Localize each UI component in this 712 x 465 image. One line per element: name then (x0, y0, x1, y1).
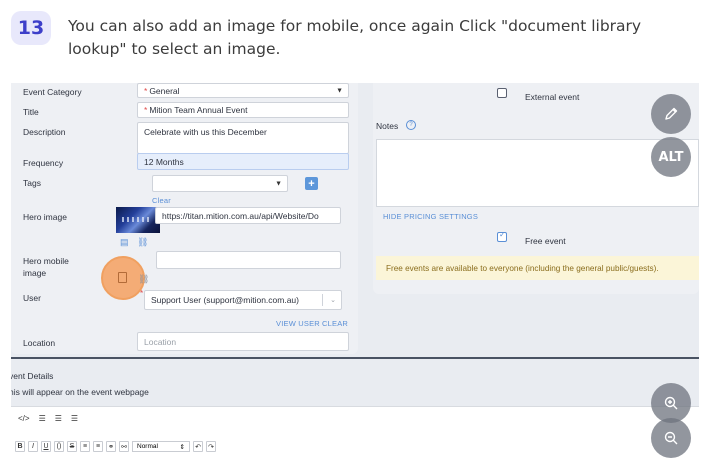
rich-text-editor[interactable] (11, 406, 699, 465)
link-icon[interactable]: ⛓ (138, 274, 149, 285)
notes-label: Notes (376, 121, 399, 131)
link-icon[interactable]: ⛓ (137, 237, 148, 248)
frequency-select[interactable]: 12 Months (137, 153, 349, 170)
free-event-checkbox[interactable] (497, 230, 507, 242)
external-event-checkbox[interactable] (497, 88, 507, 98)
document-library-icon (118, 272, 127, 283)
numbered-list-icon[interactable]: ≡ (93, 441, 103, 452)
zoom-out-icon (664, 431, 678, 445)
tags-label: Tags (23, 178, 41, 188)
redo-icon[interactable]: ↷ (206, 441, 216, 452)
pencil-icon (665, 107, 678, 120)
event-details-title: vent Details (11, 371, 54, 381)
align-left-icon[interactable]: ☰ (39, 414, 46, 423)
chevron-down-icon: ⌄ (330, 297, 336, 304)
tags-select[interactable]: ▼ (152, 175, 288, 192)
align-right-icon[interactable]: ☰ (71, 414, 78, 423)
view-user-link[interactable]: VIEW USER (276, 319, 320, 328)
alt-text-button[interactable]: ALT (651, 137, 691, 177)
description-label: Description (23, 127, 66, 137)
zoom-in-icon (664, 396, 678, 410)
link-icon[interactable]: ⚭ (106, 441, 116, 452)
help-icon[interactable]: ? (406, 120, 416, 130)
screenshot-frame: Event Category * General ▼ Title * Mitio… (11, 83, 699, 465)
hero-image-label: Hero image (23, 212, 67, 222)
hero-image-url-input[interactable]: https://titan.mition.com.au/api/Website/… (155, 207, 341, 224)
step-instruction: You can also add an image for mobile, on… (68, 17, 642, 58)
chevron-down-icon: ▼ (336, 87, 343, 94)
event-category-select[interactable]: * General ▼ (137, 83, 349, 98)
title-input[interactable]: * Mition Team Annual Event (137, 102, 349, 118)
strikethrough-button[interactable]: S (67, 441, 77, 452)
hero-image-thumbnail (116, 207, 160, 233)
add-tag-button[interactable]: + (305, 177, 318, 190)
editor-toolbar-top: </> ☰ ☰ ☰ (18, 414, 84, 423)
hide-pricing-settings-link[interactable]: HIDE PRICING SETTINGS (383, 212, 478, 221)
editor-toolbar-bottom: B I U () S ≡ ≡ ⚭ ⚯ Normal ⇕ ↶ ↷ (15, 441, 216, 452)
format-select[interactable]: Normal ⇕ (132, 441, 190, 452)
plus-icon: + (308, 177, 315, 190)
underline-button[interactable]: U (41, 441, 51, 452)
free-event-notice: Free events are available to everyone (i… (376, 256, 699, 280)
bullet-list-icon[interactable]: ≡ (80, 441, 90, 452)
external-event-label: External event (525, 92, 580, 102)
event-category-label: Event Category (23, 87, 82, 97)
title-label: Title (23, 107, 39, 117)
clear-format-button[interactable]: () (54, 441, 64, 452)
bold-button[interactable]: B (15, 441, 25, 452)
notes-textarea[interactable] (376, 139, 699, 207)
document-library-icon[interactable]: ▤ (120, 237, 129, 248)
edit-pencil-button[interactable] (651, 94, 691, 134)
chevron-down-icon: ▼ (275, 180, 282, 187)
location-label: Location (23, 338, 56, 348)
zoom-out-button[interactable] (651, 418, 691, 458)
free-event-label: Free event (525, 236, 566, 246)
step-number-badge: 13 (11, 11, 51, 45)
zoom-in-button[interactable] (651, 383, 691, 423)
chevron-updown-icon: ⇕ (179, 443, 185, 451)
frequency-label: Frequency (23, 158, 64, 168)
description-textarea[interactable]: Celebrate with us this December (137, 122, 349, 154)
undo-icon[interactable]: ↶ (193, 441, 203, 452)
clear-user-link[interactable]: CLEAR (322, 319, 348, 328)
user-label: User (23, 293, 41, 303)
user-select[interactable]: Support User (support@mition.com.au) ⌄ (144, 290, 342, 310)
tags-clear-link[interactable]: Clear (152, 196, 171, 205)
align-center-icon[interactable]: ☰ (55, 414, 62, 423)
hero-mobile-label-line2: image (23, 268, 47, 278)
code-view-icon[interactable]: </> (18, 414, 30, 423)
unlink-icon[interactable]: ⚯ (119, 441, 129, 452)
hero-mobile-label-line1: Hero mobile (23, 256, 69, 266)
location-input[interactable]: Location (137, 332, 349, 351)
italic-button[interactable]: I (28, 441, 38, 452)
event-details-subtitle: his will appear on the event webpage (11, 387, 149, 397)
hero-mobile-url-input[interactable] (156, 251, 341, 269)
